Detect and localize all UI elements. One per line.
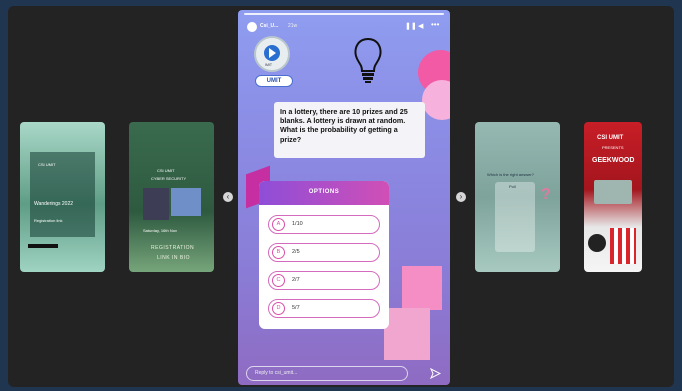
- pause-icon[interactable]: ❚❚: [405, 22, 417, 30]
- speaker-photo: [143, 188, 169, 220]
- story-preview-4-title: Poll: [509, 184, 516, 189]
- story-preview-2-header: CSI UMIT: [157, 168, 175, 173]
- option-d[interactable]: D 5/7: [268, 299, 380, 318]
- chevron-left-icon[interactable]: ‹: [223, 192, 233, 202]
- film-reel-icon: [588, 234, 606, 252]
- story-preview-2-subheader: CYBER SECURITY: [151, 176, 187, 181]
- question-mark-icon: ?: [541, 186, 551, 203]
- logo-badge: IMIT: [254, 36, 290, 72]
- option-letter: A: [272, 218, 285, 231]
- story-preview-1-line: CSI UMIT: [38, 162, 56, 167]
- story-preview-4-line: Which is the right answer?: [487, 172, 534, 177]
- speaker-photo: [171, 188, 201, 216]
- story-preview-2-registration: REGISTRATION: [151, 245, 195, 251]
- chevron-right-icon[interactable]: ›: [456, 192, 466, 202]
- story-preview-2-caption: Saturday, 16th Nov: [143, 228, 177, 233]
- story-progress-bar: [244, 13, 444, 15]
- option-c[interactable]: C 2/7: [268, 271, 380, 290]
- question-card: In a lottery, there are 10 prizes and 25…: [274, 102, 425, 158]
- option-text: 2/5: [292, 249, 300, 255]
- decorative-cube: [402, 266, 442, 310]
- more-icon[interactable]: •••: [431, 20, 439, 29]
- story-preview-1-line: Wanderings 2022: [34, 201, 74, 207]
- reply-input[interactable]: Reply to csi_umit...: [246, 366, 408, 381]
- decorative-circle: [422, 80, 450, 120]
- badge-text: IMIT: [265, 63, 272, 67]
- option-a[interactable]: A 1/10: [268, 215, 380, 234]
- decorative-cube: [384, 308, 430, 360]
- story-preview-4[interactable]: Poll Which is the right answer? ?: [475, 122, 560, 272]
- active-story[interactable]: Csi_U... 21w ❚❚ ◀ ••• IMIT UMIT In a lot…: [238, 10, 450, 385]
- option-letter: C: [272, 274, 285, 287]
- umit-button[interactable]: UMIT: [255, 75, 293, 87]
- story-preview-5-title: GEEKWOOD: [592, 157, 635, 164]
- option-text: 1/10: [292, 221, 303, 227]
- story-preview-5-brand: CSI UMIT: [597, 135, 624, 141]
- story-preview-5-presents: PRESENTS: [602, 145, 624, 150]
- story-preview-1-bar: [28, 244, 58, 248]
- popcorn-icon: [610, 228, 636, 264]
- reply-placeholder: Reply to csi_umit...: [255, 370, 298, 376]
- story-preview-4-panel: [495, 182, 535, 252]
- lightbulb-icon: [354, 37, 382, 83]
- options-title: OPTIONS: [259, 181, 389, 205]
- story-preview-5[interactable]: CSI UMIT PRESENTS GEEKWOOD: [584, 122, 642, 272]
- story-viewer: CSI UMIT Wanderings 2022 Registration li…: [8, 6, 674, 387]
- story-preview-5-panel: [594, 180, 632, 204]
- options-card: OPTIONS A 1/10 B 2/5 C 2/7 D 5/7: [259, 181, 389, 329]
- play-triangle: [269, 48, 276, 58]
- option-text: 5/7: [292, 305, 300, 311]
- story-preview-1[interactable]: CSI UMIT Wanderings 2022 Registration li…: [20, 122, 105, 272]
- story-preview-2-link: LINK IN BIO: [157, 255, 191, 261]
- option-text: 2/7: [292, 277, 300, 283]
- option-b[interactable]: B 2/5: [268, 243, 380, 262]
- volume-icon[interactable]: ◀: [418, 22, 423, 30]
- account-name[interactable]: Csi_U...: [260, 23, 278, 29]
- option-letter: B: [272, 246, 285, 259]
- send-icon[interactable]: [430, 368, 441, 379]
- story-preview-1-line: Registration link: [34, 218, 63, 223]
- time-ago: 21w: [288, 23, 298, 29]
- story-preview-2[interactable]: CSI UMIT CYBER SECURITY Saturday, 16th N…: [129, 122, 214, 272]
- option-letter: D: [272, 302, 285, 315]
- avatar[interactable]: [247, 22, 257, 32]
